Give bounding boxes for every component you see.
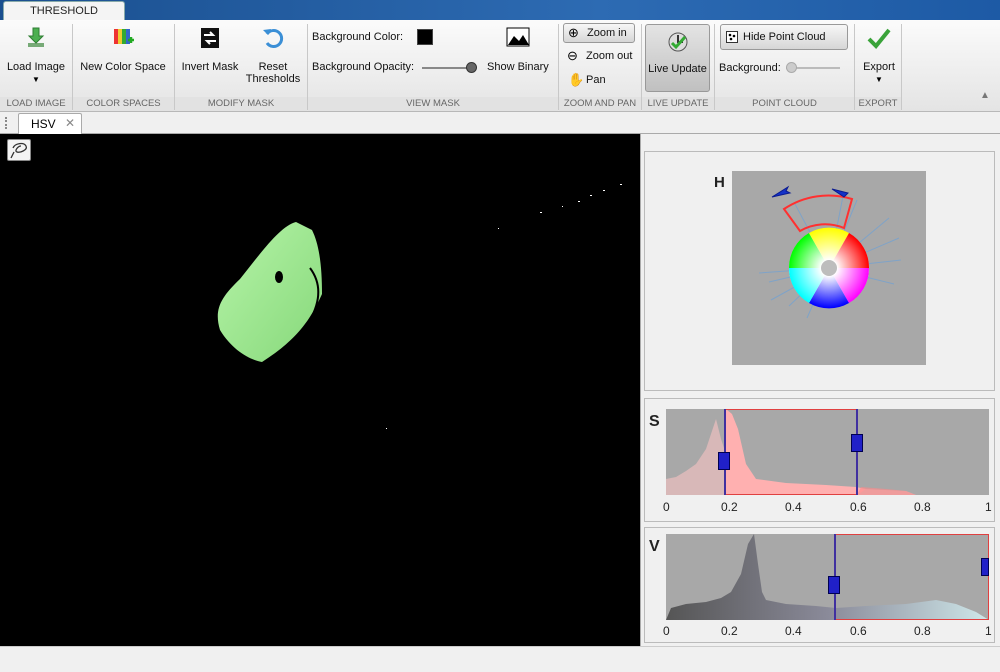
tab-grip-icon	[5, 117, 7, 129]
value-panel: V 0 0.2 0.4 0.6 0.8 1	[644, 527, 995, 643]
reset-thresholds-button[interactable]: Reset Thresholds	[242, 26, 304, 85]
masked-image-view[interactable]	[0, 134, 640, 646]
hide-point-cloud-button[interactable]: Hide Point Cloud	[720, 24, 848, 50]
export-check-icon	[867, 28, 891, 49]
hue-polar-plot[interactable]	[732, 171, 926, 365]
s-tick-0.8: 0.8	[914, 500, 931, 514]
saturation-histogram[interactable]	[666, 409, 989, 495]
v-tick-0: 0	[663, 624, 670, 638]
close-tab-icon[interactable]: ✕	[65, 116, 75, 130]
group-label-point-cloud: POINT CLOUD	[715, 97, 854, 111]
background-slider-thumb[interactable]	[786, 62, 797, 73]
s-tick-0: 0	[663, 500, 670, 514]
export-button[interactable]: Export ▼	[858, 26, 900, 84]
value-min-handle[interactable]	[828, 576, 840, 594]
value-label: V	[649, 538, 660, 555]
background-color-swatch[interactable]	[417, 29, 433, 45]
value-histogram[interactable]	[666, 534, 989, 620]
s-tick-0.2: 0.2	[721, 500, 738, 514]
value-range-box	[834, 534, 989, 620]
group-label-export: EXPORT	[855, 97, 901, 111]
pan-button[interactable]: ✋ Pan	[563, 71, 635, 91]
new-color-space-button[interactable]: New Color Space	[74, 26, 172, 73]
document-tab-bar: HSV ✕	[0, 112, 1000, 134]
zoom-in-button[interactable]: ⊕ Zoom in	[563, 23, 635, 43]
s-tick-1: 1	[985, 500, 992, 514]
s-tick-0.4: 0.4	[785, 500, 802, 514]
histogram-pane: H S 0 0.2 0.4 0.6 0.8 1 V 0 0.2 0.4 0.6 …	[640, 134, 1000, 646]
show-binary-icon	[506, 27, 530, 47]
collapse-toolstrip-icon[interactable]: ▲	[980, 90, 990, 101]
point-cloud-icon	[726, 31, 738, 43]
pan-hand-icon: ✋	[568, 72, 585, 87]
hue-label: H	[714, 174, 725, 191]
group-label-modify-mask: MODIFY MASK	[175, 97, 307, 111]
load-image-icon	[27, 27, 45, 47]
background-label: Background:	[719, 62, 781, 74]
noise-pixels	[386, 184, 622, 429]
saturation-panel: S 0 0.2 0.4 0.6 0.8 1	[644, 398, 995, 522]
invert-mask-icon	[201, 28, 219, 48]
mask-region	[217, 184, 622, 429]
color-space-icon	[114, 29, 134, 44]
saturation-max-handle[interactable]	[851, 434, 863, 452]
hue-handle-left	[771, 185, 792, 198]
dropdown-arrow-icon: ▼	[32, 75, 40, 84]
new-color-space-label: New Color Space	[80, 61, 166, 73]
v-tick-0.6: 0.6	[850, 624, 867, 638]
live-update-icon	[668, 32, 687, 52]
v-tick-0.8: 0.8	[914, 624, 931, 638]
group-label-zoom-and-pan: ZOOM AND PAN	[559, 97, 641, 111]
green-object-mask	[217, 222, 322, 362]
live-update-button[interactable]: Live Update	[645, 24, 710, 92]
invert-mask-button[interactable]: Invert Mask	[178, 26, 242, 73]
opacity-slider-thumb[interactable]	[466, 62, 477, 73]
load-image-button[interactable]: Load Image ▼	[4, 26, 68, 84]
zoom-out-button[interactable]: ⊖ Zoom out	[563, 47, 635, 67]
group-label-view-mask: VIEW MASK	[308, 97, 558, 111]
group-label-load-image: LOAD IMAGE	[0, 97, 72, 111]
v-tick-0.4: 0.4	[785, 624, 802, 638]
value-max-handle[interactable]	[981, 558, 989, 576]
background-color-label: Background Color:	[312, 31, 404, 43]
saturation-range-box	[724, 409, 857, 495]
invert-mask-label: Invert Mask	[181, 61, 239, 73]
hue-panel: H	[644, 151, 995, 391]
load-image-label: Load Image	[6, 61, 66, 73]
zoom-in-icon: ⊕	[568, 25, 579, 40]
saturation-max-line	[856, 409, 858, 495]
toolstrip: Load Image ▼ New Color Space Invert Mask…	[0, 20, 1000, 112]
title-bar	[0, 0, 1000, 20]
tab-threshold[interactable]: THRESHOLD	[3, 1, 125, 21]
v-tick-0.2: 0.2	[721, 624, 738, 638]
show-binary-button[interactable]: Show Binary	[487, 61, 549, 73]
show-binary-toggle-icon-wrap[interactable]	[500, 25, 536, 49]
dropdown-arrow-icon: ▼	[875, 75, 883, 84]
saturation-min-handle[interactable]	[718, 452, 730, 470]
reset-icon	[263, 29, 284, 48]
group-label-live-update: LIVE UPDATE	[642, 97, 714, 111]
s-tick-0.6: 0.6	[850, 500, 867, 514]
v-tick-1: 1	[985, 624, 992, 638]
reset-thresholds-label: Reset Thresholds	[245, 61, 301, 85]
background-opacity-label: Background Opacity:	[312, 61, 415, 73]
saturation-label: S	[649, 413, 660, 430]
zoom-out-icon: ⊖	[567, 48, 578, 63]
group-label-color-spaces: COLOR SPACES	[73, 97, 174, 111]
tab-hsv[interactable]: HSV ✕	[18, 113, 82, 134]
status-bar	[0, 646, 1000, 672]
